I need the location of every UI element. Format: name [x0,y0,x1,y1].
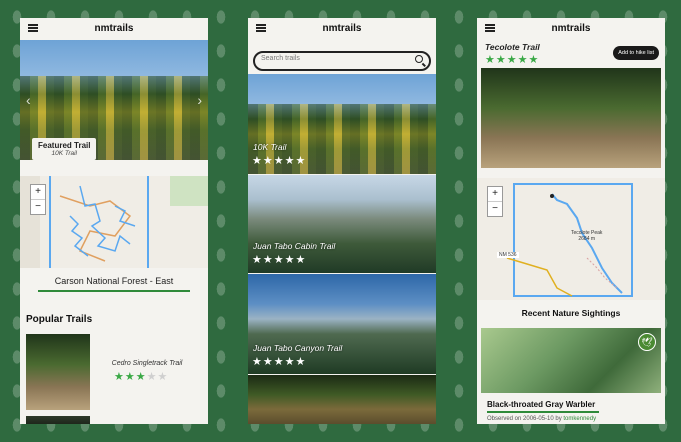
map-peak-label: Tecolote Peak 2684 m [571,230,603,242]
carousel-next-icon[interactable]: › [197,92,202,108]
featured-trail-image[interactable]: ‹ › Featured Trail 10K Trail [20,40,208,160]
app-brand: nmtrails [551,23,591,34]
add-to-hike-list-button[interactable]: Add to hike list [613,46,659,60]
trail-detail-screen: nmtrails Tecolote Trail ★★★★★ Add to hik… [477,18,665,424]
star-icon: ★ [124,371,136,383]
carousel-prev-icon[interactable]: ‹ [26,92,31,108]
star-icon: ★ [135,371,147,383]
trail-title: Tecolote Trail [485,42,540,52]
forest-map[interactable]: + − [20,176,208,268]
featured-label: Featured Trail [38,141,91,150]
home-screen: nmtrails ‹ › Featured Trail 10K Trail + … [20,18,208,424]
species-underline [487,411,599,413]
trail-tile-3[interactable]: Juan Tabo Canyon Trail ★★★★★ [248,274,436,374]
trail-rating: ★★★★★ [485,54,540,66]
sightings-heading: Recent Nature Sightings [521,308,621,318]
forest-underline [38,290,190,292]
search-placeholder: Search trails [261,55,300,62]
trail-tile-4[interactable] [248,375,436,424]
popular-trail-image[interactable] [26,334,90,410]
trail-photo[interactable] [481,68,661,168]
star-icon: ★ [157,371,169,383]
search-icon[interactable] [415,55,423,63]
trail-tile-rating: ★★★★★ [252,254,307,266]
trail-tile-name: Juan Tabo Cabin Trail [253,241,336,251]
observer-link[interactable]: tomkennedy [563,416,596,422]
sighting-photo[interactable]: 🕊 [481,328,661,393]
map-zoom-control[interactable]: + − [487,186,503,217]
forest-name[interactable]: Carson National Forest - East [38,276,190,286]
search-input[interactable]: Search trails [253,51,431,71]
popular-trail-rating: ★★★★★ [114,370,168,383]
zoom-out-button[interactable]: − [488,201,502,216]
map-zoom-control[interactable]: + − [30,184,46,215]
top-bar: nmtrails [248,18,436,40]
sighting-meta: Observed on 2006-05-10 by tomkennedy [487,416,596,422]
top-bar: nmtrails [20,18,208,40]
top-bar: nmtrails [477,18,665,40]
star-icon: ★ [114,371,125,383]
featured-trail-name: 10K Trail [51,150,77,157]
zoom-in-button[interactable]: + [488,187,502,201]
map-road-label: NM 536 [497,252,519,258]
app-brand: nmtrails [322,23,362,34]
popular-trail-name[interactable]: Cedro Singletrack Trail [92,360,202,367]
trail-map[interactable]: + − Tecolote Peak 2684 m NM 536 [477,178,665,300]
popular-trails-heading: Popular Trails [26,314,93,325]
star-icon: ★ [146,371,158,383]
featured-trail-card[interactable]: Featured Trail 10K Trail [32,138,97,160]
trail-tile-name: Juan Tabo Canyon Trail [253,343,343,353]
trail-tile-1[interactable]: 10K Trail ★★★★★ [248,74,436,174]
app-brand: nmtrails [94,23,134,34]
trail-tile-name: 10K Trail [253,142,287,152]
bird-icon: 🕊 [638,333,656,351]
search-screen: nmtrails Search trails 10K Trail ★★★★★ J… [248,18,436,424]
sighting-species[interactable]: Black-throated Gray Warbler [487,400,595,409]
zoom-out-button[interactable]: − [31,199,45,214]
zoom-in-button[interactable]: + [31,185,45,199]
trail-tile-2[interactable]: Juan Tabo Cabin Trail ★★★★★ [248,175,436,273]
observed-text: Observed on 2006-05-10 by [487,416,564,422]
trail-tile-rating: ★★★★★ [252,155,307,167]
trail-tile-rating: ★★★★★ [252,356,307,368]
next-trail-image[interactable] [26,416,90,424]
